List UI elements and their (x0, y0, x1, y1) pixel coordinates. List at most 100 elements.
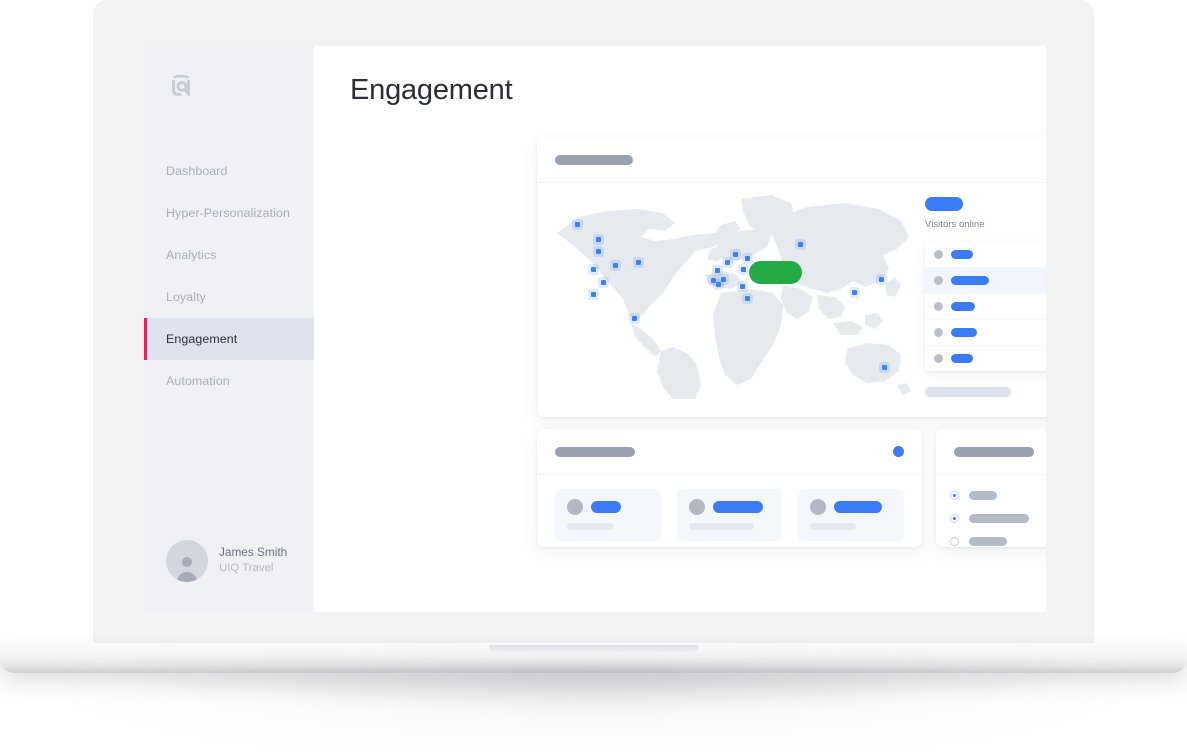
tile-header (810, 499, 892, 515)
card-header (936, 429, 1046, 475)
engagement-tile[interactable] (555, 489, 661, 541)
visitor-avatar-icon (934, 250, 943, 259)
visitor-row[interactable] (925, 294, 1046, 320)
engagement-tile[interactable] (676, 489, 783, 541)
visitors-map-card: Visitors online (537, 137, 1046, 417)
map-visitor-pin[interactable] (591, 292, 596, 297)
map-visitor-pin[interactable] (596, 249, 601, 254)
tile-group (537, 475, 922, 555)
visitor-row[interactable] (925, 242, 1046, 268)
map-visitor-pin[interactable] (725, 260, 730, 265)
map-visitor-pin[interactable] (879, 277, 884, 282)
sidebar-item-hyper-personalization[interactable]: Hyper-Personalization (144, 192, 314, 234)
user-profile[interactable]: James Smith UIQ Travel (144, 540, 314, 612)
sidebar-item-label: Loyalty (166, 290, 206, 304)
laptop-drop-shadow (118, 668, 1070, 712)
sidebar-item-dashboard[interactable]: Dashboard (144, 150, 314, 192)
map-visitor-pin[interactable] (715, 268, 720, 273)
visitor-row[interactable] (925, 320, 1046, 346)
visitors-count-placeholder (925, 197, 963, 211)
row-label-placeholder (969, 491, 997, 500)
status-list-row[interactable] (950, 530, 1046, 553)
sidebar-item-label: Engagement (166, 332, 238, 346)
sidebar-item-engagement[interactable]: Engagement (144, 318, 314, 360)
tile-avatar-icon (567, 499, 583, 515)
map-highlight-pill[interactable] (749, 261, 802, 284)
status-list-row[interactable] (950, 484, 1046, 507)
tile-avatar-icon (688, 499, 705, 515)
user-name: James Smith (219, 545, 288, 560)
row-label-placeholder (969, 537, 1007, 546)
sidebar-item-label: Dashboard (166, 164, 228, 178)
map-visitor-pin[interactable] (733, 252, 738, 257)
sidebar-item-analytics[interactable]: Analytics (144, 234, 314, 276)
map-visitor-pin[interactable] (596, 237, 601, 242)
visitor-row[interactable] (925, 346, 1046, 371)
row-radio-button[interactable] (950, 491, 959, 500)
app-logo[interactable] (144, 46, 314, 124)
map-visitor-pin[interactable] (601, 280, 606, 285)
visitors-list[interactable] (925, 242, 1046, 371)
world-map[interactable] (537, 183, 917, 417)
app-screen: Dashboard Hyper-Personalization Analytic… (144, 46, 1046, 612)
status-list-row[interactable] (950, 507, 1046, 530)
engagement-tile[interactable] (798, 489, 905, 541)
visitor-name-placeholder (951, 328, 977, 337)
visitor-name-placeholder (951, 354, 973, 363)
visitor-avatar-icon (934, 302, 943, 311)
map-visitor-pin[interactable] (745, 256, 750, 261)
row-radio-button[interactable] (950, 514, 959, 523)
user-avatar-icon (177, 557, 197, 582)
laptop-notch (489, 645, 698, 652)
map-visitor-pin[interactable] (852, 290, 857, 295)
visitors-footer-placeholder (925, 387, 1011, 397)
map-visitor-pin[interactable] (721, 277, 726, 282)
visitors-online-label: Visitors online (925, 219, 985, 230)
map-visitor-pin[interactable] (745, 296, 750, 301)
main-content: Engagement Visitors online (314, 46, 1046, 612)
map-visitor-pin[interactable] (882, 365, 887, 370)
tile-subtitle-placeholder (810, 523, 857, 530)
page-title: Engagement (350, 74, 513, 106)
map-visitor-pin[interactable] (636, 260, 641, 265)
screenshot-canvas: Dashboard Hyper-Personalization Analytic… (0, 0, 1187, 752)
row-radio-button[interactable] (950, 537, 959, 546)
card-header (537, 137, 1046, 183)
sidebar: Dashboard Hyper-Personalization Analytic… (144, 46, 314, 612)
sidebar-item-automation[interactable]: Automation (144, 360, 314, 402)
card-title-placeholder (954, 446, 1034, 457)
row-label-placeholder (969, 514, 1029, 523)
visitor-avatar-icon (934, 328, 943, 337)
sidebar-item-loyalty[interactable]: Loyalty (144, 276, 314, 318)
map-visitor-pin[interactable] (613, 263, 618, 268)
card-header (537, 429, 922, 475)
uiq-logo-icon (172, 74, 190, 96)
map-visitor-pin[interactable] (716, 282, 721, 287)
tile-title-placeholder (591, 501, 621, 513)
tile-subtitle-placeholder (688, 523, 754, 530)
map-visitor-pin[interactable] (591, 267, 596, 272)
map-visitor-pin[interactable] (632, 316, 637, 321)
map-visitor-pin[interactable] (740, 284, 745, 289)
visitor-avatar-icon (934, 276, 943, 285)
card-title-placeholder (555, 154, 633, 165)
card-title-placeholder (555, 446, 635, 457)
map-visitor-pin[interactable] (575, 222, 580, 227)
tile-header (567, 499, 649, 515)
tile-title-placeholder (834, 501, 883, 513)
world-map-shape-icon (557, 195, 911, 399)
visitor-name-placeholder (951, 276, 989, 285)
map-card-body: Visitors online (537, 183, 1046, 417)
card-menu-dot-icon[interactable] (893, 446, 904, 457)
sidebar-item-label: Automation (166, 374, 230, 388)
map-visitor-pin[interactable] (741, 267, 746, 272)
sidebar-item-label: Hyper-Personalization (166, 206, 290, 220)
user-organization: UIQ Travel (219, 562, 274, 575)
visitors-online-panel: Visitors online (917, 183, 1046, 417)
engagement-status-list-card (936, 429, 1046, 547)
tile-header (688, 499, 771, 515)
visitor-row[interactable] (925, 268, 1046, 294)
status-list (936, 475, 1046, 553)
map-visitor-pin[interactable] (798, 242, 803, 247)
